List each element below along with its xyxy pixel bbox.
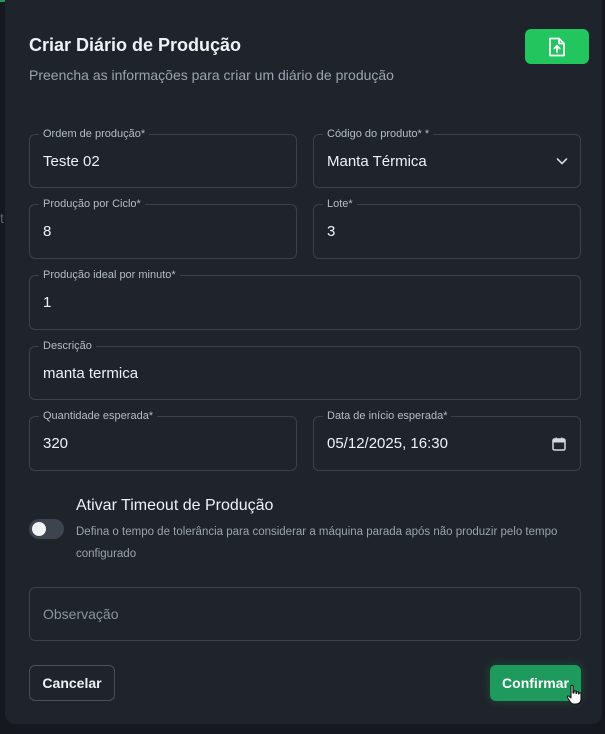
descricao-field[interactable]: Descrição manta termica — [29, 340, 581, 400]
timeout-title: Ativar Timeout de Produção — [76, 497, 274, 514]
producao-ideal-field[interactable]: Produção ideal por minuto* 1 — [29, 269, 581, 330]
hand-cursor-icon — [566, 684, 582, 705]
descricao-value: manta termica — [43, 364, 139, 382]
calendar-icon[interactable] — [552, 437, 566, 451]
ordem-producao-value: Teste 02 — [43, 152, 100, 170]
producao-ideal-label: Produção ideal por minuto* — [39, 269, 180, 282]
codigo-produto-select[interactable]: Código do produto* * Manta Térmica — [313, 128, 581, 188]
producao-ideal-value: 1 — [43, 294, 52, 311]
quantidade-esperada-value: 320 — [43, 435, 69, 452]
lote-value: 3 — [327, 223, 336, 240]
toggle-knob — [32, 522, 46, 536]
timeout-description: Defina o tempo de tolerância para consid… — [76, 526, 558, 560]
observacao-field[interactable]: Observação — [29, 587, 581, 641]
file-upload-icon — [549, 37, 565, 56]
create-diary-dialog: Criar Diário de Produção Preencha as inf… — [5, 0, 602, 724]
data-inicio-value: 05/12/2025, 16:30 — [327, 435, 448, 452]
cancel-button[interactable]: Cancelar — [29, 665, 115, 701]
timeout-toggle[interactable] — [29, 519, 64, 539]
observacao-placeholder: Observação — [43, 606, 119, 622]
lote-field[interactable]: Lote* 3 — [313, 198, 581, 259]
dialog-title: Criar Diário de Produção — [29, 35, 242, 55]
producao-ciclo-field[interactable]: Produção por Ciclo* 8 — [29, 198, 297, 259]
producao-ciclo-value: 8 — [43, 223, 52, 240]
dialog-subtitle: Preencha as informações para criar um di… — [29, 67, 394, 83]
producao-ciclo-label: Produção por Ciclo* — [39, 198, 145, 211]
ordem-producao-field[interactable]: Ordem de produção* Teste 02 — [29, 128, 297, 188]
chevron-down-icon — [556, 158, 568, 165]
upload-file-button[interactable] — [525, 29, 589, 64]
quantidade-esperada-field[interactable]: Quantidade esperada* 320 — [29, 410, 297, 471]
data-inicio-field[interactable]: Data de início esperada* 05/12/2025, 16:… — [313, 410, 581, 471]
codigo-produto-value: Manta Térmica — [327, 152, 427, 170]
